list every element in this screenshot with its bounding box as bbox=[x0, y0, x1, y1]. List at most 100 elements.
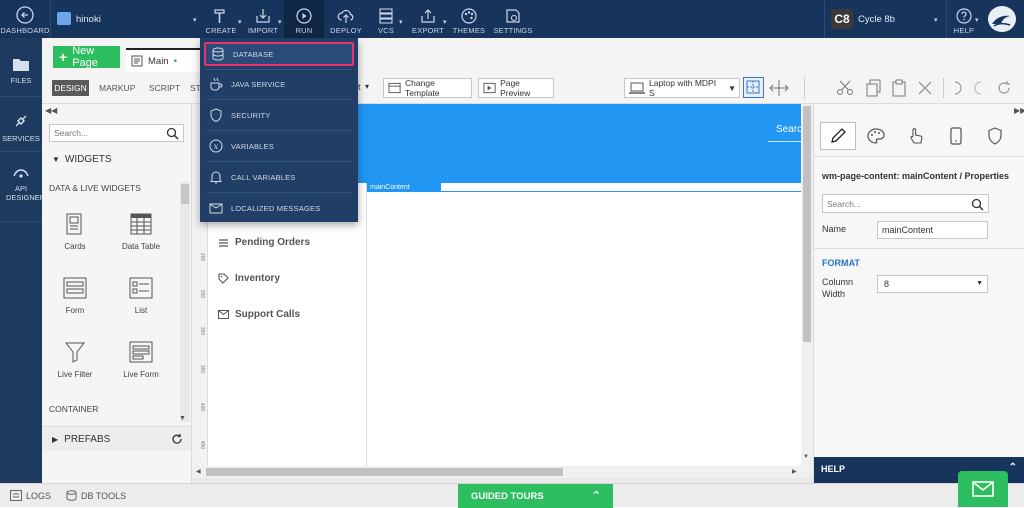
header-search[interactable]: Searc bbox=[776, 124, 802, 135]
menu-item-localized-messages[interactable]: LOCALIZED MESSAGES bbox=[204, 196, 354, 220]
collapse-left-icon[interactable]: ◀◀ bbox=[45, 106, 57, 115]
copy-icon[interactable] bbox=[866, 79, 882, 97]
themes-menu[interactable]: THEMES bbox=[450, 0, 488, 38]
widget-live-filter[interactable]: Live Filter bbox=[45, 340, 105, 379]
page-preview-button[interactable]: Page Preview bbox=[478, 78, 554, 98]
scroll-right-icon[interactable]: ▶ bbox=[792, 468, 797, 475]
menu-item-java-service[interactable]: JAVA SERVICE bbox=[204, 72, 354, 96]
help-menu[interactable]: HELP bbox=[950, 0, 978, 38]
widget-scrollbar[interactable] bbox=[180, 182, 190, 422]
divider bbox=[824, 0, 825, 38]
chat-button[interactable] bbox=[958, 471, 1008, 507]
project-caret-icon[interactable]: ▾ bbox=[193, 16, 197, 24]
settings-menu[interactable]: SETTINGS bbox=[491, 0, 535, 38]
prefabs-header[interactable]: ▶ PREFABS bbox=[42, 426, 191, 451]
resize-icon[interactable] bbox=[769, 79, 789, 97]
tab-device[interactable] bbox=[938, 122, 974, 150]
search-icon[interactable] bbox=[971, 198, 984, 211]
play-icon bbox=[483, 82, 496, 94]
tab-script[interactable]: SCRIPT bbox=[149, 83, 180, 93]
menu-item-variables[interactable]: x VARIABLES bbox=[204, 134, 354, 158]
search-icon[interactable] bbox=[166, 127, 179, 140]
canvas-vertical-scrollbar[interactable]: ▼ bbox=[801, 104, 813, 466]
cut-icon[interactable] bbox=[836, 79, 854, 97]
paste-icon[interactable] bbox=[891, 79, 907, 97]
tab-styles[interactable] bbox=[858, 122, 894, 150]
db-tools-button[interactable]: DB TOOLS bbox=[66, 490, 126, 501]
widget-search-input[interactable] bbox=[50, 125, 160, 141]
api-icon bbox=[13, 169, 29, 178]
refresh-icon[interactable] bbox=[995, 79, 1013, 97]
search-underline bbox=[768, 141, 801, 142]
property-search[interactable] bbox=[822, 194, 989, 213]
widget-form[interactable]: Form bbox=[45, 276, 105, 315]
back-arrow-icon bbox=[16, 6, 34, 24]
widget-data-table[interactable]: Data Table bbox=[111, 212, 171, 251]
redo-icon[interactable] bbox=[971, 79, 987, 97]
widget-list[interactable]: List bbox=[111, 276, 171, 315]
canvas-horizontal-scrollbar[interactable]: ◀ ▶ bbox=[192, 466, 813, 478]
delete-icon[interactable] bbox=[916, 79, 934, 97]
tab-security[interactable] bbox=[977, 122, 1013, 150]
coffee-icon bbox=[210, 77, 223, 91]
name-field[interactable]: mainContent bbox=[877, 221, 988, 239]
scroll-down-icon[interactable]: ▼ bbox=[179, 415, 186, 422]
create-menu[interactable]: CREATE bbox=[201, 0, 241, 38]
avatar[interactable]: C8 bbox=[831, 9, 853, 29]
scroll-down-icon[interactable]: ▼ bbox=[803, 454, 809, 460]
tab-design[interactable]: DESIGN bbox=[52, 80, 89, 96]
tab-events[interactable] bbox=[898, 122, 934, 150]
nav-support-calls[interactable]: Support Calls bbox=[218, 309, 300, 320]
cycle-caret-icon[interactable]: ▾ bbox=[934, 16, 938, 24]
import-menu[interactable]: IMPORT bbox=[243, 0, 283, 38]
refresh-icon[interactable] bbox=[171, 433, 183, 445]
hammer-icon bbox=[214, 9, 225, 23]
scrollbar-thumb[interactable] bbox=[206, 468, 563, 476]
deploy-menu[interactable]: DEPLOY bbox=[326, 0, 366, 38]
layout-caret-icon[interactable]: ▾ bbox=[365, 82, 369, 91]
new-page-button[interactable]: + New Page bbox=[53, 45, 120, 69]
widget-live-form[interactable]: Live Form bbox=[111, 340, 171, 379]
files-nav[interactable]: FILES bbox=[0, 56, 42, 85]
property-search-input[interactable] bbox=[823, 195, 963, 212]
scroll-left-icon[interactable]: ◀ bbox=[196, 468, 201, 475]
export-menu[interactable]: EXPORT bbox=[408, 0, 448, 38]
undo-icon[interactable] bbox=[949, 79, 965, 97]
nav-pending-orders[interactable]: Pending Orders bbox=[218, 237, 310, 248]
tab-markup[interactable]: MARKUP bbox=[99, 83, 135, 93]
logs-button[interactable]: LOGS bbox=[10, 490, 51, 501]
live-form-icon bbox=[129, 341, 153, 363]
api-designer-nav[interactable]: API DESIGNER bbox=[0, 164, 45, 202]
widgets-header[interactable]: ▼ WIDGETS bbox=[52, 154, 112, 165]
widget-cards[interactable]: Cards bbox=[45, 212, 105, 251]
divider bbox=[0, 221, 42, 222]
grid-icon bbox=[746, 80, 760, 94]
tab-properties[interactable] bbox=[820, 122, 856, 150]
main-content-area[interactable]: mainContent bbox=[367, 183, 801, 192]
menu-item-security[interactable]: SECURITY bbox=[204, 103, 354, 127]
cycle-name[interactable]: Cycle 8b bbox=[858, 14, 895, 25]
column-width-select[interactable]: 8 ▼ bbox=[877, 275, 988, 293]
menu-item-database[interactable]: DATABASE bbox=[204, 42, 354, 66]
cloud-upload-icon bbox=[337, 9, 354, 23]
pencil-icon bbox=[831, 128, 846, 143]
divider bbox=[943, 78, 944, 98]
services-nav[interactable]: SERVICES bbox=[0, 112, 42, 143]
layout-select-tail[interactable]: t bbox=[358, 82, 361, 92]
nav-inventory[interactable]: Inventory bbox=[218, 273, 280, 284]
menu-item-call-variables[interactable]: CALL VARIABLES bbox=[204, 165, 354, 189]
scrollbar-thumb[interactable] bbox=[181, 184, 189, 204]
scrollbar-thumb[interactable] bbox=[803, 106, 811, 342]
collapse-right-icon[interactable]: ▶▶ bbox=[1014, 106, 1024, 115]
divider bbox=[0, 96, 42, 97]
project-name[interactable]: hinoki bbox=[76, 14, 101, 25]
bell-icon bbox=[210, 171, 222, 184]
import-caret-icon: ▾ bbox=[278, 19, 282, 26]
grid-toggle[interactable] bbox=[743, 77, 764, 98]
run-menu[interactable]: RUN bbox=[284, 0, 324, 38]
change-template-button[interactable]: Change Template bbox=[383, 78, 472, 98]
dashboard-button[interactable]: DASHBOARD bbox=[0, 0, 50, 38]
device-select[interactable]: Laptop with MDPI S ▼ bbox=[624, 78, 740, 98]
guided-tours-button[interactable]: GUIDED TOURS ⌃ bbox=[458, 484, 613, 508]
widget-search[interactable] bbox=[49, 124, 184, 142]
